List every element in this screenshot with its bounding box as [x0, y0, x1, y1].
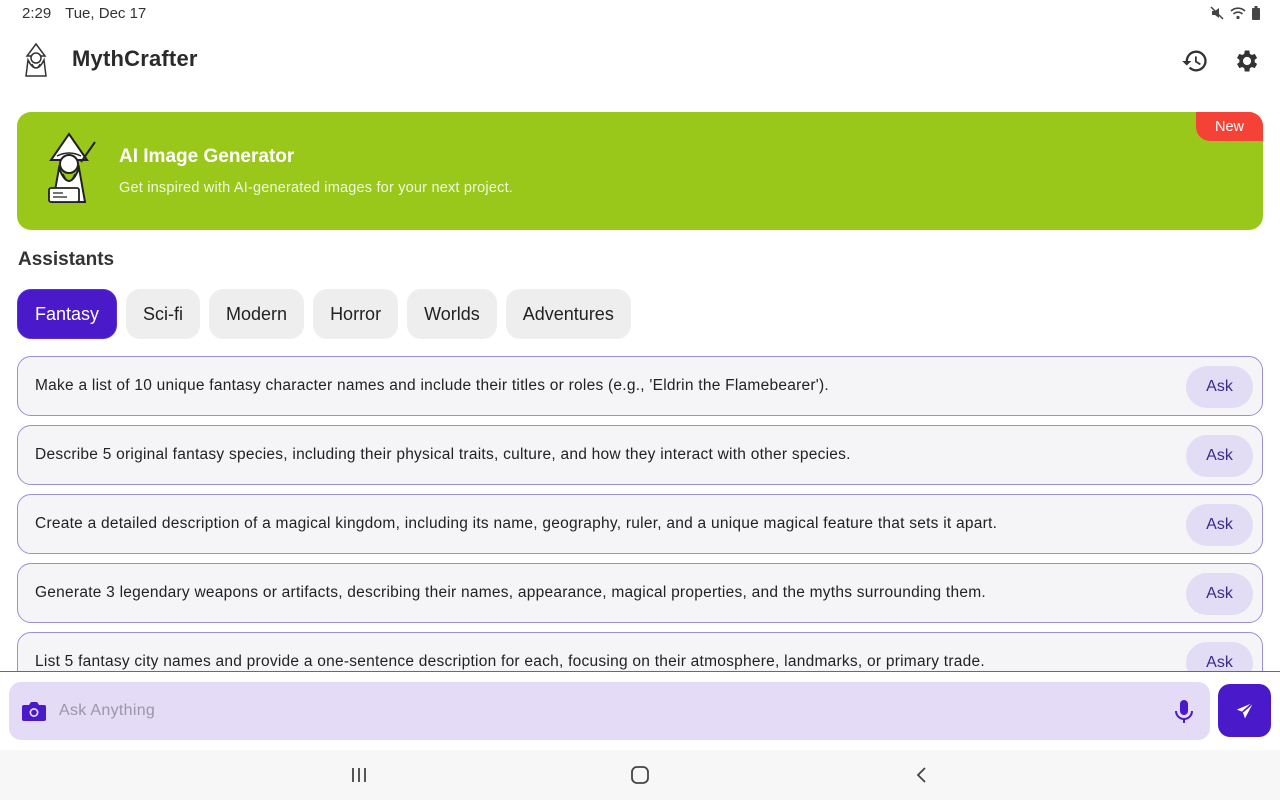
gear-icon: [1237, 50, 1258, 72]
prompt-card[interactable]: Describe 5 original fantasy species, inc…: [17, 425, 1263, 485]
tab-horror[interactable]: Horror: [313, 289, 399, 339]
banner-subtitle: Get inspired with AI-generated images fo…: [119, 180, 514, 196]
input-divider: [0, 671, 1280, 672]
status-left: 2:29 Tue, Dec 17: [22, 5, 156, 22]
banner-title: AI Image Generator: [119, 146, 295, 167]
status-time: 2:29: [22, 4, 52, 22]
settings-button[interactable]: [1229, 44, 1263, 78]
prompt-text: List 5 fantasy city names and provide a …: [35, 653, 985, 670]
battery-icon: [1252, 6, 1260, 20]
app-title: MythCrafter: [72, 46, 198, 71]
mute-icon: [1210, 6, 1224, 20]
app-bar: MythCrafter: [0, 36, 1280, 86]
back-icon: [916, 767, 926, 783]
recent-apps-button[interactable]: [347, 764, 371, 786]
ai-image-generator-banner[interactable]: AI Image Generator Get inspired with AI-…: [17, 112, 1263, 230]
system-nav-bar: [0, 750, 1280, 800]
tab-worlds[interactable]: Worlds: [407, 289, 497, 339]
assistants-heading: Assistants: [18, 249, 115, 270]
wizard-illustration-icon: [48, 132, 96, 203]
prompt-card[interactable]: Create a detailed description of a magic…: [17, 494, 1263, 554]
prompt-card[interactable]: List 5 fantasy city names and provide a …: [17, 632, 1263, 672]
send-icon: [1236, 701, 1254, 718]
ask-input-bar: [9, 682, 1210, 740]
ask-button[interactable]: Ask: [1186, 642, 1253, 672]
status-icons: [1210, 6, 1260, 20]
prompt-card[interactable]: Generate 3 legendary weapons or artifact…: [17, 563, 1263, 623]
prompt-text: Generate 3 legendary weapons or artifact…: [35, 584, 986, 601]
tab-modern[interactable]: Modern: [209, 289, 305, 339]
microphone-icon[interactable]: [1173, 699, 1195, 725]
ask-input[interactable]: [59, 682, 1159, 740]
wifi-icon: [1230, 7, 1246, 20]
back-button[interactable]: [910, 764, 934, 786]
wizard-logo-icon: [25, 42, 47, 77]
home-icon: [631, 766, 649, 784]
prompt-text: Create a detailed description of a magic…: [35, 515, 998, 532]
ask-button[interactable]: Ask: [1186, 366, 1253, 408]
screen: 2:29 Tue, Dec 17 MythCrafter AI Image Ge…: [0, 0, 1280, 800]
ask-button[interactable]: Ask: [1186, 504, 1253, 546]
assistant-category-tabs: Fantasy Sci-fi Modern Horror Worlds Adve…: [17, 289, 631, 339]
status-date: Tue, Dec 17: [65, 4, 147, 22]
status-bar: 2:29 Tue, Dec 17: [0, 0, 1280, 26]
home-button[interactable]: [628, 764, 652, 786]
tab-adventures[interactable]: Adventures: [505, 289, 631, 339]
recent-apps-icon: [352, 768, 366, 782]
prompt-text: Make a list of 10 unique fantasy charact…: [35, 377, 829, 394]
tab-fantasy[interactable]: Fantasy: [17, 289, 118, 339]
ask-button[interactable]: Ask: [1186, 573, 1253, 615]
ask-button[interactable]: Ask: [1186, 435, 1253, 477]
prompt-list: Make a list of 10 unique fantasy charact…: [17, 356, 1263, 672]
tab-sci-fi[interactable]: Sci-fi: [126, 289, 201, 339]
prompt-card[interactable]: Make a list of 10 unique fantasy charact…: [17, 356, 1263, 416]
prompt-text: Describe 5 original fantasy species, inc…: [35, 446, 851, 463]
camera-icon[interactable]: [21, 699, 47, 723]
new-badge: New: [1196, 112, 1263, 141]
history-button[interactable]: [1178, 44, 1212, 78]
history-icon: [1182, 50, 1207, 72]
send-button[interactable]: [1218, 684, 1271, 737]
